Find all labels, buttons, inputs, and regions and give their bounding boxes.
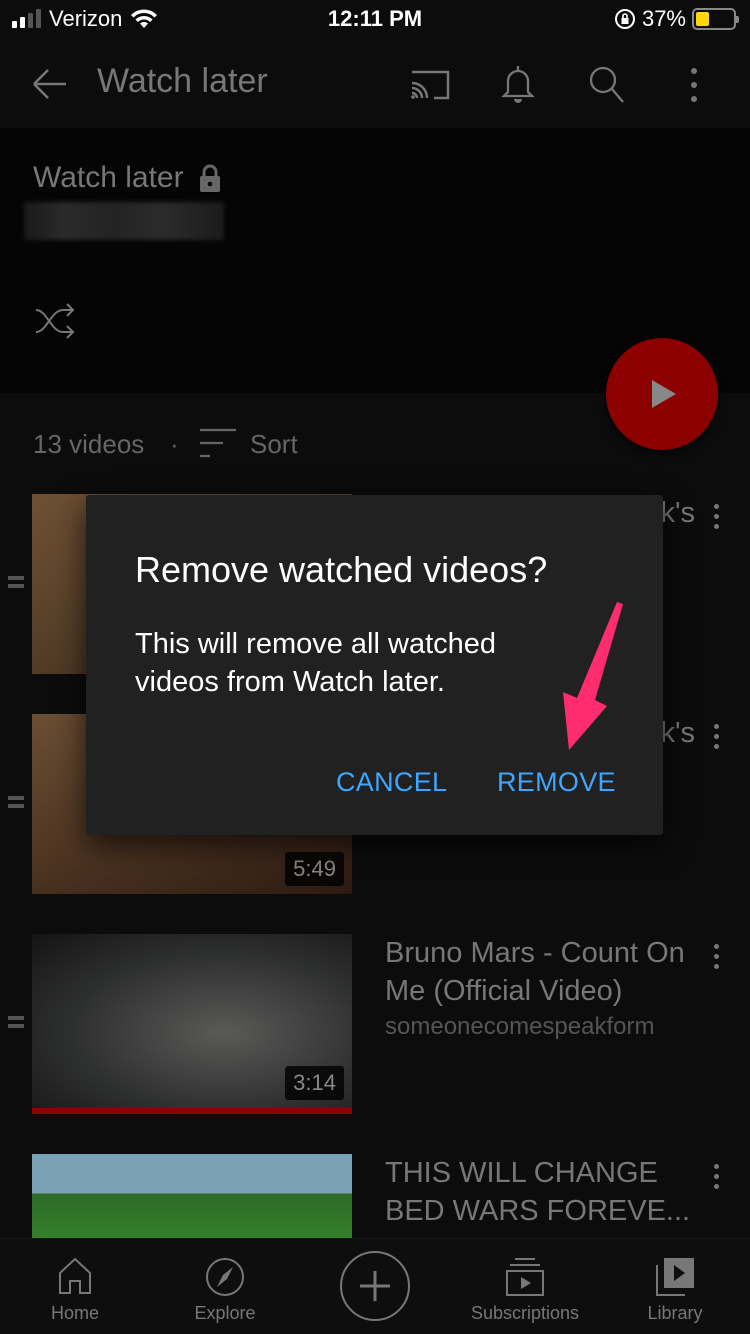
drag-handle-icon[interactable]	[8, 576, 24, 590]
video-count: 13 videos	[33, 429, 145, 459]
compass-icon	[206, 1258, 244, 1296]
nav-create[interactable]	[300, 1239, 450, 1334]
video-title[interactable]: Bruno Mars - Count On Me (Official Video…	[385, 934, 695, 1010]
sort-button[interactable]: Sort	[250, 429, 298, 460]
subscriptions-icon	[506, 1258, 544, 1296]
status-bar: Verizon 12:11 PM 37%	[0, 0, 750, 40]
nav-label: Library	[647, 1303, 703, 1323]
video-channel[interactable]: someonecomespeakform	[385, 1010, 695, 1044]
page-title: Watch later	[97, 62, 268, 100]
more-vert-icon[interactable]	[684, 68, 704, 112]
playlist-title: Watch later	[33, 161, 222, 195]
dialog-body: This will remove all watched videos from…	[135, 628, 497, 698]
battery-icon	[692, 8, 739, 30]
drag-handle-icon[interactable]	[8, 1016, 24, 1030]
video-duration: 5:49	[285, 852, 344, 886]
video-duration: 3:14	[285, 1066, 344, 1100]
nav-label: Subscriptions	[470, 1303, 580, 1323]
battery-percent: 37%	[641, 6, 686, 31]
nav-home[interactable]: Home	[0, 1239, 150, 1334]
nav-label: Home	[50, 1303, 99, 1323]
app-bar: Watch later	[0, 40, 750, 128]
separator-dot: ·	[170, 429, 179, 459]
play-icon	[652, 380, 676, 408]
more-vert-icon[interactable]	[706, 1164, 726, 1194]
video-thumbnail[interactable]: 3:14	[32, 934, 352, 1114]
cancel-button[interactable]: CANCEL	[336, 767, 447, 798]
search-icon[interactable]	[584, 62, 628, 106]
more-vert-icon[interactable]	[706, 944, 726, 974]
sort-icon[interactable]	[199, 427, 237, 459]
video-title[interactable]: THIS WILL CHANGE BED WARS FOREVE...	[385, 1154, 695, 1230]
video-item[interactable]: 3:14 Bruno Mars - Count On Me (Official …	[0, 934, 750, 1114]
bottom-nav: Home Explore Subscriptions Library	[0, 1238, 750, 1334]
video-info: THIS WILL CHANGE BED WARS FOREVE...	[385, 1154, 695, 1230]
orientation-lock-icon	[614, 9, 635, 29]
more-vert-icon[interactable]	[706, 504, 726, 534]
cast-icon[interactable]	[408, 62, 452, 106]
play-all-button[interactable]	[606, 338, 718, 450]
playlist-owner-blurred	[24, 202, 224, 240]
more-vert-icon[interactable]	[706, 724, 726, 754]
remove-button[interactable]: REMOVE	[497, 767, 616, 798]
watched-progress-bar	[32, 1108, 352, 1114]
annotation-arrow-icon	[563, 602, 623, 750]
create-plus-icon	[340, 1251, 410, 1321]
lock-icon	[199, 164, 220, 192]
playlist-title-text: Watch later	[33, 161, 184, 194]
shuffle-icon[interactable]	[33, 300, 77, 344]
drag-handle-icon[interactable]	[8, 796, 24, 810]
home-icon	[59, 1257, 91, 1294]
video-info: Bruno Mars - Count On Me (Official Video…	[385, 934, 695, 1044]
nav-explore[interactable]: Explore	[150, 1239, 300, 1334]
bell-icon[interactable]	[496, 62, 540, 106]
dialog-title: Remove watched videos?	[135, 549, 548, 590]
library-icon	[656, 1258, 694, 1296]
nav-label: Explore	[194, 1303, 256, 1323]
back-arrow-icon[interactable]	[28, 62, 72, 106]
status-right: 37%	[614, 6, 739, 32]
nav-subscriptions[interactable]: Subscriptions	[450, 1239, 600, 1334]
nav-library[interactable]: Library	[600, 1239, 750, 1334]
